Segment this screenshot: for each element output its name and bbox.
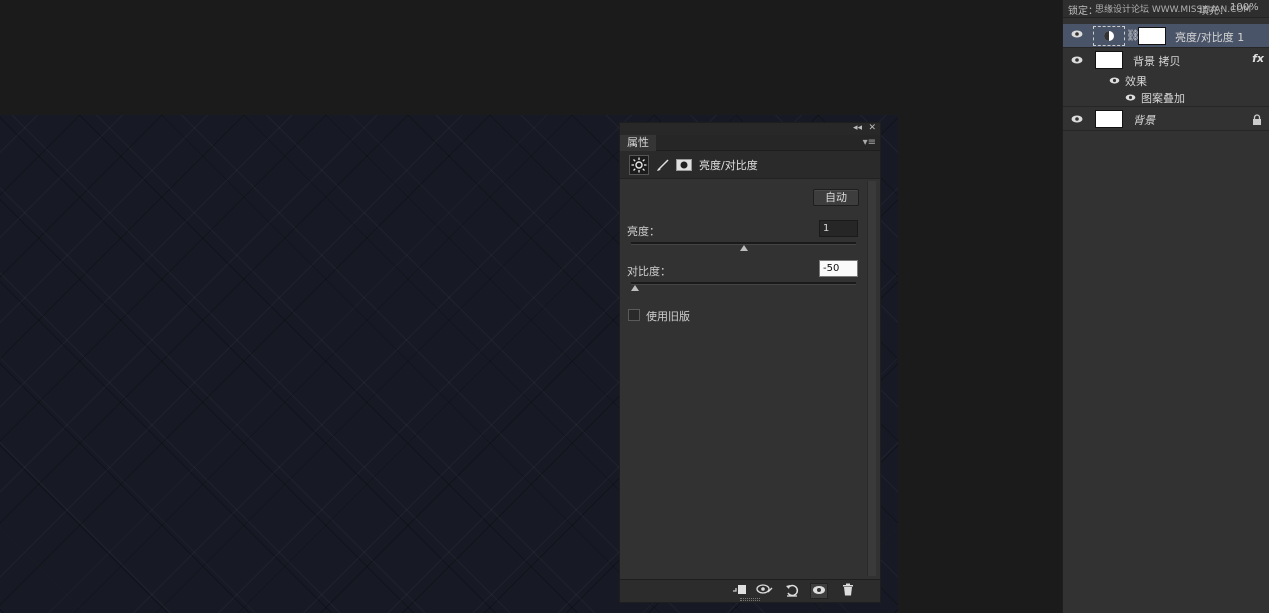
brush-icon[interactable] xyxy=(653,155,673,175)
fill-label: 填充： xyxy=(1199,6,1229,17)
layer-row-background[interactable]: 背景 xyxy=(1063,107,1269,131)
properties-scrollbar[interactable] xyxy=(867,181,876,576)
sun-icon[interactable] xyxy=(629,155,649,175)
layer-name[interactable]: 背景 拷贝 xyxy=(1133,53,1181,69)
layer-row-brightness-contrast[interactable]: ⛓ 亮度/对比度 1 xyxy=(1063,24,1269,48)
adjustment-title: 亮度/对比度 xyxy=(699,159,758,172)
layer-thumbnail[interactable] xyxy=(1095,110,1123,128)
mask-icon[interactable] xyxy=(674,155,694,175)
collapse-panel-icon[interactable]: ◂◂ xyxy=(853,122,862,134)
lock-icon xyxy=(1252,111,1262,130)
eye-icon[interactable] xyxy=(1071,113,1083,126)
layer-name[interactable]: 亮度/对比度 1 xyxy=(1175,29,1244,45)
properties-panel: ◂◂ ✕ 属性 ▾≡ 亮度/对比度 自动 亮度： 1 对比度： -50 使用旧版 xyxy=(619,122,881,603)
lock-fill-bar: 锁定： 思缘设计论坛 WWW.MISSYUAN.COM 填充： 100% xyxy=(1063,0,1269,18)
contrast-label: 对比度： xyxy=(627,265,671,278)
close-panel-icon[interactable]: ✕ xyxy=(868,122,876,134)
trash-icon[interactable] xyxy=(839,583,857,599)
auto-button[interactable]: 自动 xyxy=(813,189,859,206)
brightness-slider-thumb[interactable] xyxy=(740,245,748,251)
contrast-slider[interactable] xyxy=(631,282,856,291)
reset-icon[interactable] xyxy=(783,583,801,599)
layer-thumbnail[interactable] xyxy=(1095,51,1123,69)
legacy-checkbox[interactable] xyxy=(628,309,640,321)
effect-name: 图案叠加 xyxy=(1141,92,1185,105)
effects-row[interactable]: 效果 xyxy=(1063,71,1269,89)
legacy-checkbox-label: 使用旧版 xyxy=(646,310,690,323)
lock-label: 锁定： xyxy=(1068,6,1098,17)
resize-grip[interactable] xyxy=(740,598,760,601)
layer-name[interactable]: 背景 xyxy=(1133,112,1155,128)
panel-menu-icon[interactable]: ▾≡ xyxy=(863,137,876,149)
brightness-input[interactable]: 1 xyxy=(819,220,858,237)
fill-value[interactable]: 100% xyxy=(1230,2,1259,13)
effect-item-pattern-overlay[interactable]: 图案叠加 xyxy=(1063,88,1269,106)
contrast-slider-thumb[interactable] xyxy=(631,285,639,291)
fx-icon[interactable]: fx xyxy=(1252,52,1264,65)
brightness-slider[interactable] xyxy=(631,242,856,251)
clip-to-layer-icon[interactable] xyxy=(730,583,748,599)
brightness-label: 亮度： xyxy=(627,225,660,238)
tab-properties[interactable]: 属性 xyxy=(620,135,656,151)
properties-body: 自动 亮度： 1 对比度： -50 使用旧版 xyxy=(620,181,868,577)
eye-icon[interactable] xyxy=(1109,74,1120,87)
visibility-icon[interactable] xyxy=(810,583,828,599)
panel-title-bar[interactable]: ◂◂ ✕ xyxy=(620,123,880,135)
eye-icon[interactable] xyxy=(1125,91,1136,104)
adjustment-header: 亮度/对比度 xyxy=(620,151,880,179)
eye-icon[interactable] xyxy=(1071,54,1083,67)
layer-mask-thumbnail[interactable] xyxy=(1138,27,1166,45)
photoshop-workspace: ◂◂ ✕ 属性 ▾≡ 亮度/对比度 自动 亮度： 1 对比度： -50 使用旧版… xyxy=(0,0,1269,613)
eye-icon[interactable] xyxy=(1071,28,1083,41)
view-previous-icon[interactable] xyxy=(756,583,774,599)
layer-row-background-copy[interactable]: 背景 拷贝 fx 效果 图案叠加 xyxy=(1063,48,1269,107)
adjustment-layer-icon xyxy=(1093,26,1125,46)
properties-footer xyxy=(620,579,880,602)
effects-label: 效果 xyxy=(1125,75,1147,88)
panel-tab-row: 属性 ▾≡ xyxy=(620,135,880,151)
contrast-input[interactable]: -50 xyxy=(819,260,858,277)
layers-panel: 锁定： 思缘设计论坛 WWW.MISSYUAN.COM 填充： 100% ⛓ 亮… xyxy=(1062,0,1269,613)
